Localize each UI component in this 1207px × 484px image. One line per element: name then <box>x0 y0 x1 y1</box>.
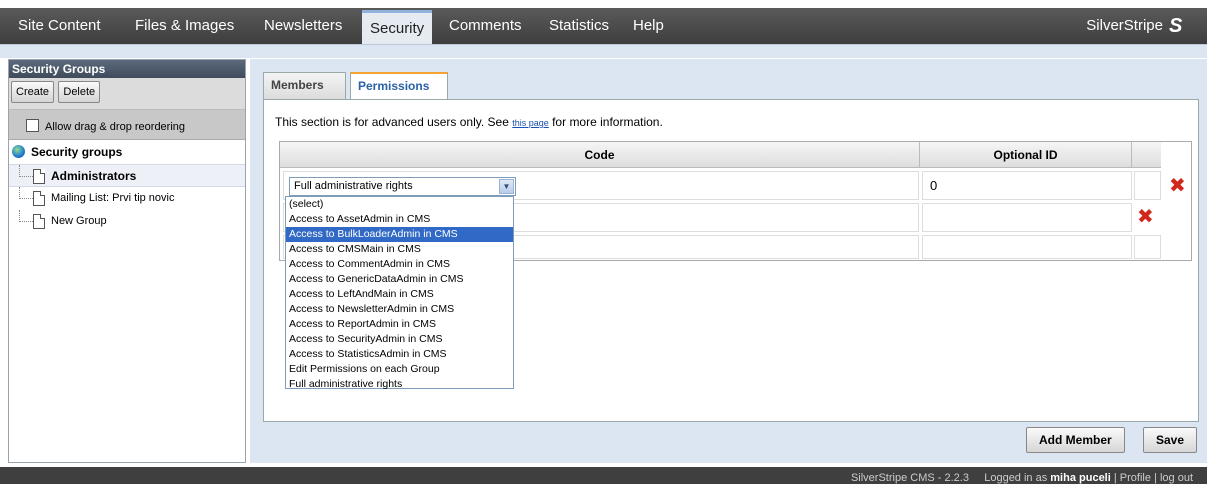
code-select[interactable]: Full administrative rights ▼ <box>289 177 516 196</box>
dropdown-option[interactable]: Full administrative rights <box>286 377 513 392</box>
silverstripe-logo-icon: S <box>1169 15 1183 37</box>
left-panel: Security Groups Create Delete Allow drag… <box>8 59 246 463</box>
tab-members[interactable]: Members <box>263 72 346 99</box>
tree-item-administrators[interactable]: Administrators <box>9 164 245 187</box>
logout-link[interactable]: log out <box>1160 472 1193 484</box>
page-icon <box>33 214 45 229</box>
dropdown-option[interactable]: Access to NewsletterAdmin in CMS <box>286 302 513 317</box>
note-text-after: for more information. <box>548 115 663 129</box>
nav-underline <box>0 44 1207 58</box>
dropdown-option[interactable]: Edit Permissions on each Group <box>286 362 513 377</box>
profile-link[interactable]: Profile <box>1120 472 1151 484</box>
tree-item-label: Mailing List: Prvi tip novic <box>51 192 175 204</box>
dropdown-option[interactable]: Access to CMSMain in CMS <box>286 242 513 257</box>
drag-reorder-row: Allow drag & drop reordering <box>9 110 245 140</box>
page-icon <box>33 169 45 184</box>
optional-id-value: 0 <box>930 178 938 193</box>
nav-security[interactable]: Security <box>362 10 433 48</box>
dropdown-arrow-icon[interactable]: ▼ <box>499 179 514 194</box>
dropdown-option[interactable]: Access to CommentAdmin in CMS <box>286 257 513 272</box>
nav-comments[interactable]: Comments <box>441 8 530 44</box>
tree-branch-line <box>19 165 33 177</box>
create-button[interactable]: Create <box>11 81 55 103</box>
footer: SilverStripe CMS - 2.2.3 Logged in as mi… <box>0 467 1207 484</box>
permissions-note: This section is for advanced users only.… <box>275 115 663 129</box>
save-button[interactable]: Save <box>1143 427 1198 453</box>
actions-cell-new <box>1134 235 1161 259</box>
dropdown-option[interactable]: (select) <box>286 197 513 212</box>
this-page-link[interactable]: this page <box>512 118 549 128</box>
column-header-code: Code <box>280 142 920 168</box>
footer-text: SilverStripe CMS - 2.2.3 Logged in as mi… <box>850 472 1193 484</box>
footer-logged-in: Logged in as <box>984 472 1048 484</box>
footer-user: miha puceli <box>1050 472 1111 484</box>
tree-branch-line <box>19 187 33 199</box>
dropdown-option[interactable]: Access to LeftAndMain in CMS <box>286 287 513 302</box>
drag-reorder-checkbox[interactable] <box>26 119 39 132</box>
tree-item-new-group[interactable]: New Group <box>9 210 245 233</box>
globe-icon <box>12 145 25 158</box>
tree-item-label: New Group <box>51 215 107 227</box>
top-bar: Site Content Files & Images Newsletters … <box>0 0 1207 48</box>
dropdown-option[interactable]: Access to SecurityAdmin in CMS <box>286 332 513 347</box>
dropdown-option[interactable]: Access to StatisticsAdmin in CMS <box>286 347 513 362</box>
nav-help[interactable]: Help <box>625 8 672 44</box>
column-header-optional-id: Optional ID <box>920 142 1132 168</box>
tree-branch-line <box>19 210 33 222</box>
dropdown-option[interactable]: Access to GenericDataAdmin in CMS <box>286 272 513 287</box>
brand: SilverStripe S <box>1086 8 1199 44</box>
nav-files-images[interactable]: Files & Images <box>127 8 242 44</box>
left-panel-title: Security Groups <box>9 60 245 78</box>
left-toolbar: Create Delete <box>9 78 245 110</box>
brand-name: SilverStripe <box>1086 17 1163 34</box>
tree-item-mailing-list[interactable]: Mailing List: Prvi tip novic <box>9 187 245 210</box>
optional-id-cell-empty[interactable] <box>922 203 1132 232</box>
optional-id-cell-new[interactable] <box>922 235 1132 259</box>
code-dropdown-list[interactable]: (select) Access to AssetAdmin in CMS Acc… <box>285 196 514 392</box>
delete-row-icon[interactable]: ✖ <box>1137 207 1154 227</box>
nav-newsletters[interactable]: Newsletters <box>256 8 350 44</box>
note-text-before: This section is for advanced users only.… <box>275 115 513 129</box>
tab-permissions[interactable]: Permissions <box>350 72 448 100</box>
actions-cell <box>1134 171 1161 200</box>
code-select-value: Full administrative rights <box>294 180 413 192</box>
nav-statistics[interactable]: Statistics <box>541 8 617 44</box>
add-member-button[interactable]: Add Member <box>1026 427 1125 453</box>
optional-id-cell[interactable] <box>922 171 1132 200</box>
tree-root-label: Security groups <box>31 145 123 159</box>
footer-version: SilverStripe CMS - 2.2.3 <box>850 472 969 484</box>
dropdown-option[interactable]: Access to AssetAdmin in CMS <box>286 212 513 227</box>
nav-site-content[interactable]: Site Content <box>10 8 109 44</box>
column-header-actions <box>1132 142 1161 168</box>
delete-button[interactable]: Delete <box>58 81 101 103</box>
main-nav: Site Content Files & Images Newsletters … <box>0 8 1207 48</box>
tree-item-label: Administrators <box>51 169 137 183</box>
drag-reorder-label: Allow drag & drop reordering <box>45 121 186 133</box>
dropdown-option[interactable]: Access to ReportAdmin in CMS <box>286 317 513 332</box>
tree-root[interactable]: Security groups <box>9 140 245 164</box>
delete-row-icon[interactable]: ✖ <box>1169 176 1186 196</box>
page-icon <box>33 191 45 206</box>
dropdown-option-highlighted[interactable]: Access to BulkLoaderAdmin in CMS <box>286 227 513 242</box>
